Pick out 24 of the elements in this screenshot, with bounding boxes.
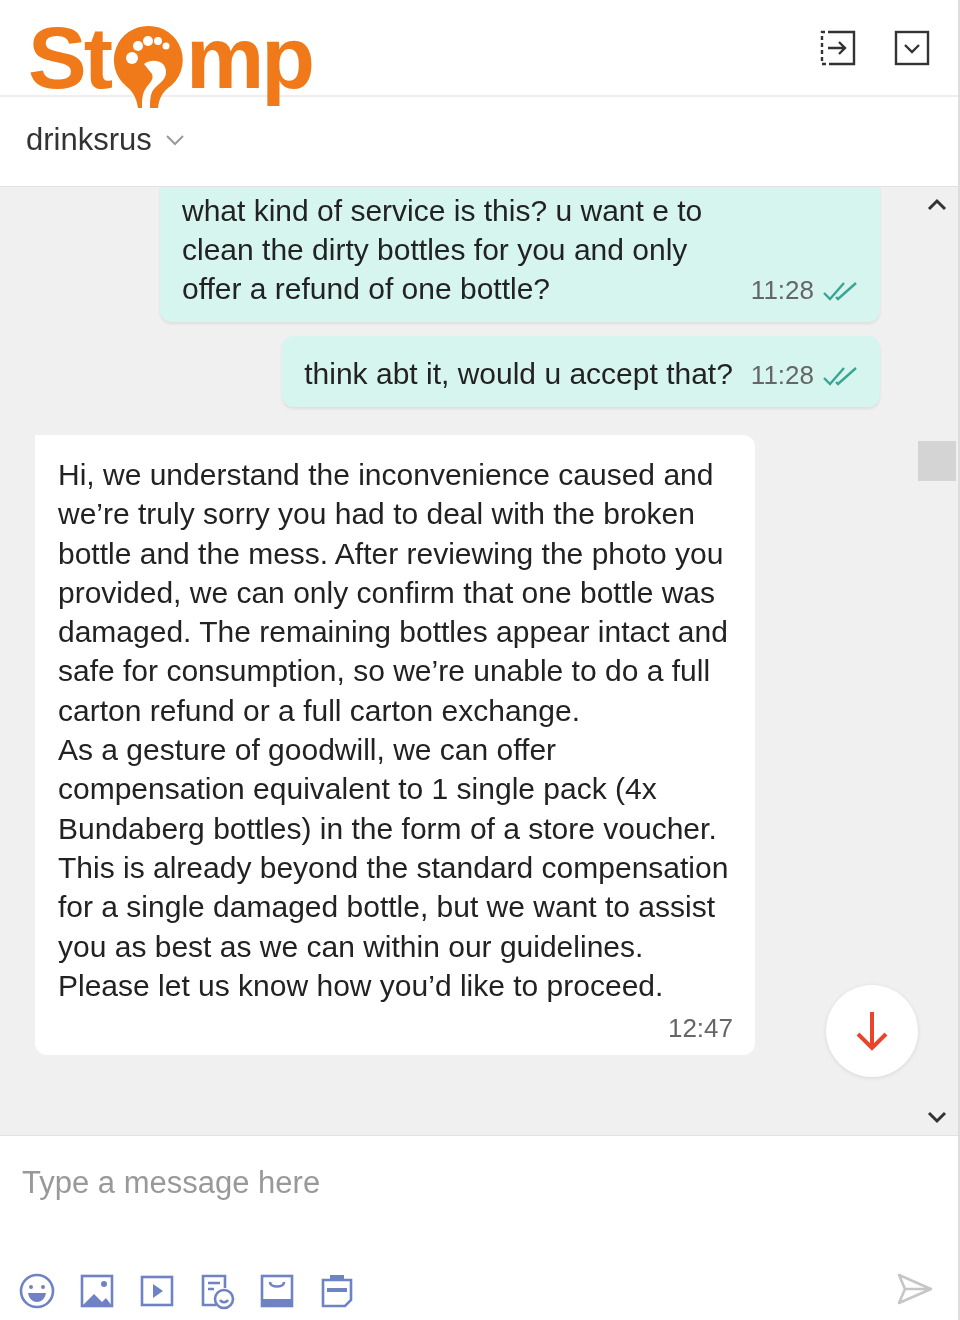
logo-text: St xyxy=(28,14,110,102)
message-time: 11:28 xyxy=(750,359,814,393)
message-text: what kind of service is this? u want e to clean the dirty bottles for you and only offer a refund of one bottle? xyxy=(182,193,704,307)
account-name[interactable]: drinksrus xyxy=(26,117,152,164)
scrollbar-thumb[interactable] xyxy=(918,441,956,481)
emoji-icon[interactable] xyxy=(18,1272,56,1310)
exit-icon[interactable] xyxy=(820,30,856,66)
message-input[interactable]: Type a message here xyxy=(0,1136,958,1231)
double-check-icon xyxy=(822,281,858,302)
chevron-down-icon[interactable] xyxy=(165,134,184,147)
scroll-to-bottom-button[interactable] xyxy=(826,985,918,1077)
scroll-up-icon[interactable] xyxy=(927,197,947,211)
message-text: Hi, we understand the inconvenience caused and we’re truly sorry you had to deal with the broken bottle and the mess. After reviewing the photo you provided, we can only confirm that one bottle was damaged. The remaining bottles appear intact and safe for consumption, so we’re unable to do a full carton refund or a full carton exchange. xyxy=(58,457,729,729)
message-text: think abt it, would u accept that? xyxy=(304,356,733,392)
message-time: 12:47 xyxy=(667,1013,733,1044)
message-text: As a gesture of goodwill, we can offer compensation equivalent to 1 single pack (4x Bundaberg bottles) in the form of a store voucher. This is already beyond the standard compensation for a single damaged bottle, but we want to assist you as best as we can within our guidelines. xyxy=(58,732,730,965)
message-text: Please let us know how you’d like to proceed. xyxy=(58,967,665,1004)
image-icon[interactable] xyxy=(78,1272,116,1310)
double-check-icon xyxy=(822,366,858,387)
arrow-down-icon xyxy=(854,1010,890,1052)
inbox-icon[interactable] xyxy=(258,1272,296,1310)
collapse-icon[interactable] xyxy=(894,30,930,66)
scroll-down-icon[interactable] xyxy=(927,1111,947,1125)
message-time: 11:28 xyxy=(750,274,814,308)
